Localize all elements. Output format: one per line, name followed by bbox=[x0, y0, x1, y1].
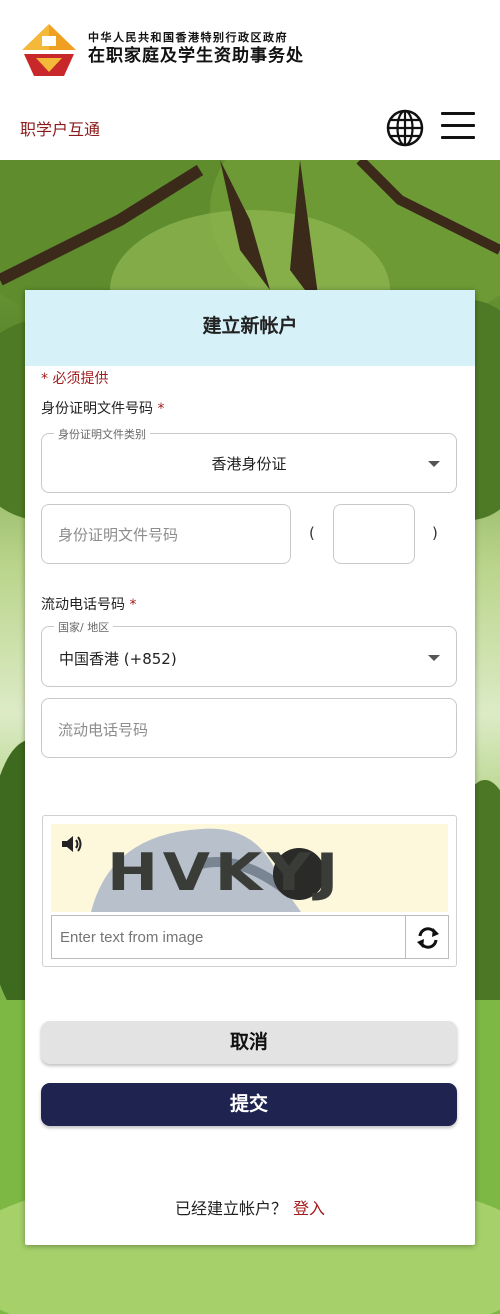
id-number-label: 身份证明文件号码 * bbox=[41, 398, 164, 418]
country-code-value: 中国香港 (+852) bbox=[59, 650, 177, 668]
id-number-label-text: 身份证明文件号码 bbox=[41, 401, 153, 417]
country-code-select[interactable]: 国家/ 地区 中国香港 (+852) bbox=[41, 619, 457, 687]
document-type-legend: 身份证明文件类别 bbox=[54, 426, 150, 442]
check-digit-close-paren: ) bbox=[432, 524, 438, 542]
chevron-down-icon bbox=[428, 655, 440, 661]
captcha-input[interactable] bbox=[51, 915, 406, 959]
chevron-down-icon bbox=[428, 461, 440, 467]
page-title: 建立新帐户 bbox=[202, 315, 298, 337]
required-star: * bbox=[157, 401, 165, 417]
site-header: 中华人民共和国香港特别行政区政府 在职家庭及学生资助事务处 职学户互通 bbox=[0, 0, 500, 160]
create-account-card: 建立新帐户 * 必须提供 身份证明文件号码 * 身份证明文件类别 香港身份证 身… bbox=[25, 290, 475, 1245]
required-star: * bbox=[129, 597, 137, 613]
mobile-number-label: 流动电话号码 * bbox=[41, 594, 136, 614]
speaker-icon[interactable] bbox=[61, 834, 83, 854]
country-legend: 国家/ 地区 bbox=[54, 619, 114, 635]
check-digit-open-paren: ( bbox=[309, 524, 315, 542]
cancel-button[interactable]: 取消 bbox=[41, 1021, 457, 1064]
captcha-text: HVKYJ bbox=[107, 843, 343, 903]
captcha-image: HVKYJ bbox=[51, 824, 448, 912]
captcha-widget: HVKYJ bbox=[42, 815, 457, 967]
card-header: 建立新帐户 bbox=[25, 290, 475, 366]
refresh-captcha-button[interactable] bbox=[405, 915, 449, 959]
submit-button[interactable]: 提交 bbox=[41, 1083, 457, 1126]
mobile-number-label-text: 流动电话号码 bbox=[41, 597, 125, 613]
id-number-placeholder: 身份证明文件号码 bbox=[58, 526, 179, 544]
login-link[interactable]: 登入 bbox=[293, 1199, 325, 1218]
id-number-input[interactable]: 身份证明文件号码 bbox=[41, 504, 291, 564]
document-type-select[interactable]: 身份证明文件类别 香港身份证 bbox=[41, 426, 457, 493]
nav-link-portal[interactable]: 职学户互通 bbox=[20, 116, 100, 140]
organization-line2: 在职家庭及学生资助事务处 bbox=[88, 46, 304, 66]
organization-line1: 中华人民共和国香港特别行政区政府 bbox=[88, 31, 288, 44]
refresh-icon bbox=[417, 927, 439, 949]
organization-name: 中华人民共和国香港特别行政区政府 在职家庭及学生资助事务处 bbox=[88, 31, 304, 67]
hamburger-menu-icon[interactable] bbox=[441, 112, 475, 142]
mobile-number-input[interactable]: 流动电话号码 bbox=[41, 698, 457, 758]
language-globe-icon[interactable] bbox=[386, 109, 424, 147]
mobile-number-placeholder: 流动电话号码 bbox=[58, 721, 149, 739]
check-digit-input[interactable] bbox=[333, 504, 415, 564]
required-note: * 必须提供 bbox=[41, 371, 109, 387]
document-type-value: 香港身份证 bbox=[211, 455, 287, 473]
existing-account-text: 已经建立帐户？ bbox=[174, 1199, 287, 1218]
footer-login-prompt: 已经建立帐户？ 登入 bbox=[25, 1195, 475, 1219]
government-logo-icon bbox=[22, 24, 76, 76]
